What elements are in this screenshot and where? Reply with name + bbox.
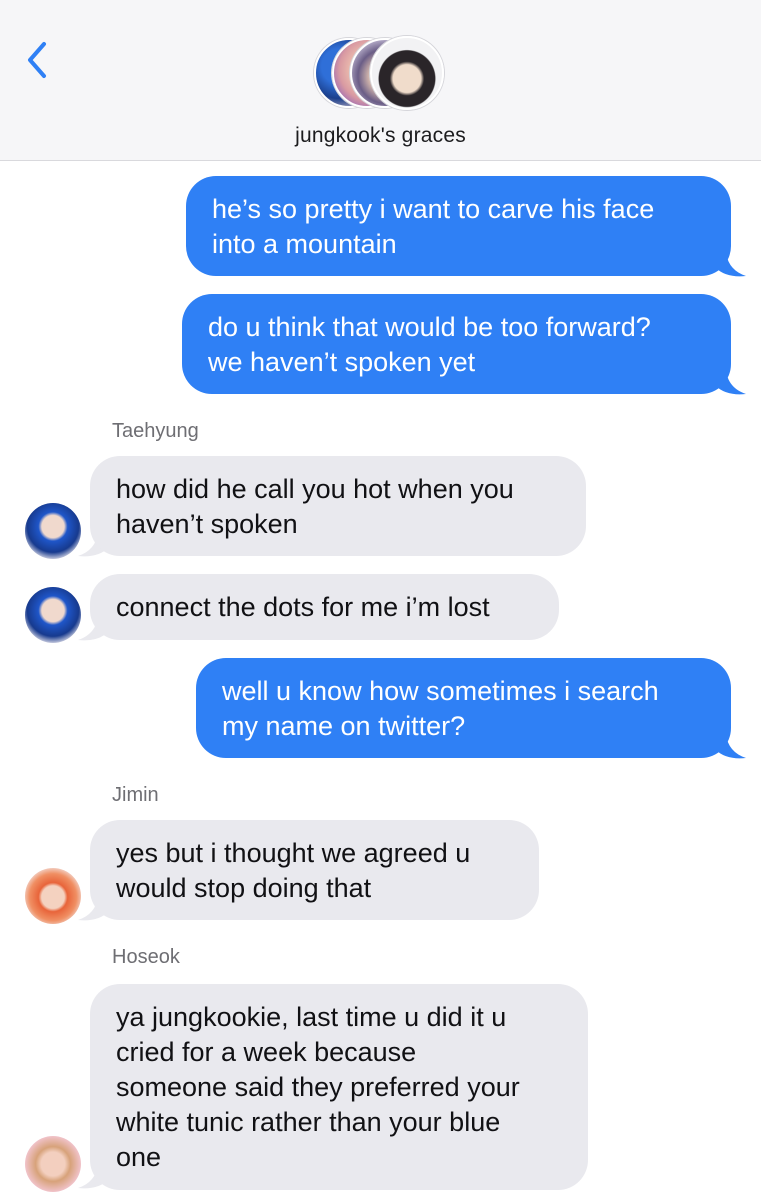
avatar[interactable] <box>25 587 81 643</box>
chat-header: jungkook's graces <box>0 0 761 161</box>
bubble-tail <box>716 734 746 759</box>
bubble-tail <box>716 252 746 277</box>
avatar[interactable] <box>25 1136 81 1192</box>
bubble-tail <box>716 370 746 395</box>
avatar[interactable] <box>25 868 81 924</box>
incoming-message[interactable]: yes but i thought we agreed u would stop… <box>90 820 539 920</box>
outgoing-message[interactable]: do u think that would be too forward? we… <box>182 294 731 394</box>
incoming-message[interactable]: how did he call you hot when you haven’t… <box>90 456 586 556</box>
incoming-message[interactable]: connect the dots for me i’m lost <box>90 574 559 640</box>
avatar <box>370 36 444 110</box>
avatar[interactable] <box>25 503 81 559</box>
chat-title[interactable]: jungkook's graces <box>0 124 761 148</box>
sender-name: Taehyung <box>112 420 199 442</box>
sender-name: Jimin <box>112 784 159 806</box>
outgoing-message[interactable]: he’s so pretty i want to carve his face … <box>186 176 731 276</box>
outgoing-message[interactable]: well u know how sometimes i search my na… <box>196 658 731 758</box>
chevron-left-icon[interactable] <box>22 38 52 82</box>
group-avatars[interactable] <box>314 36 454 112</box>
incoming-message[interactable]: ya jungkookie, last time u did it u crie… <box>90 984 588 1190</box>
sender-name: Hoseok <box>112 946 180 968</box>
